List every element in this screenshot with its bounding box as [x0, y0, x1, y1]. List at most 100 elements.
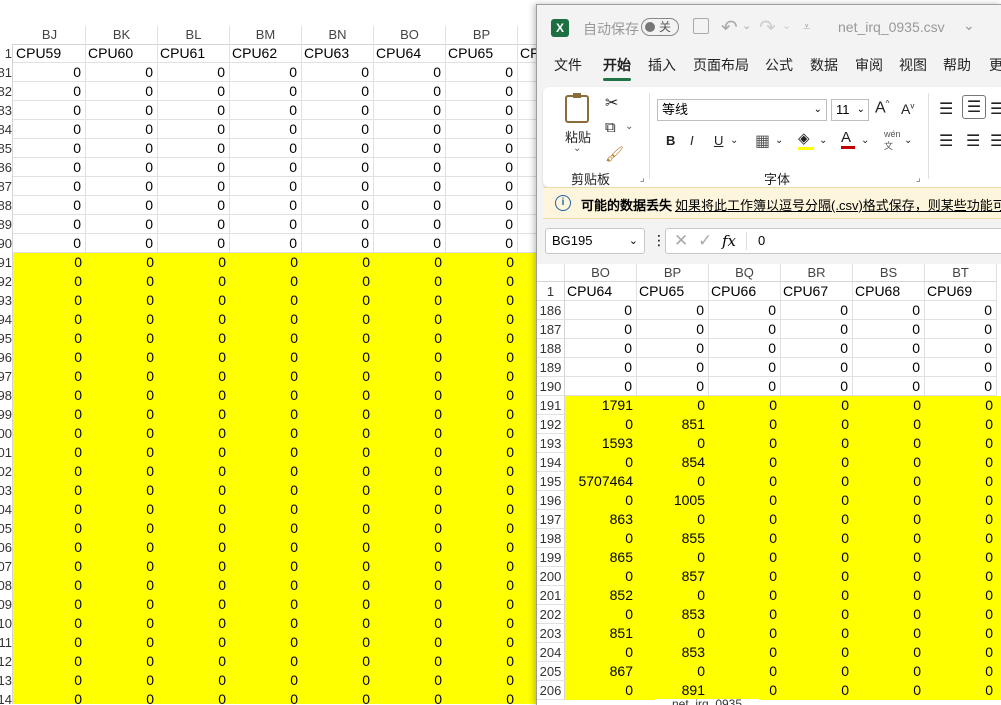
bg-cell[interactable]: 0 [230, 234, 302, 253]
bg-cell[interactable]: 0 [14, 120, 86, 139]
bg-row-number[interactable]: 99 [0, 405, 13, 424]
bg-cell[interactable]: 0 [14, 272, 86, 291]
bg-cell[interactable]: 0 [374, 690, 446, 704]
autosave-toggle[interactable]: 关 [641, 18, 679, 36]
bg-cell[interactable]: 0 [446, 557, 518, 576]
borders-dropdown-icon[interactable]: ⌄ [775, 135, 783, 146]
bg-cell[interactable]: 0 [374, 443, 446, 462]
bg-cell[interactable]: 0 [374, 348, 446, 367]
bg-cell[interactable]: 0 [302, 253, 374, 272]
cell[interactable]: 0 [853, 434, 925, 453]
bg-row-number[interactable]: 07 [0, 557, 13, 576]
bg-cell[interactable]: 0 [158, 158, 230, 177]
cell[interactable]: 0 [853, 377, 925, 396]
column-header[interactable]: BQ [709, 264, 781, 282]
cell[interactable]: 0 [565, 339, 637, 358]
bg-cell[interactable]: 0 [86, 519, 158, 538]
cell[interactable]: 0 [565, 301, 637, 320]
bg-cell[interactable]: 0 [158, 329, 230, 348]
cell[interactable]: 0 [709, 434, 781, 453]
cell[interactable]: 0 [781, 548, 853, 567]
tab-page-layout[interactable]: 页面布局 [693, 55, 749, 75]
cell[interactable]: 0 [709, 586, 781, 605]
header-cell[interactable]: CPU65 [637, 282, 709, 301]
cell[interactable]: 0 [781, 472, 853, 491]
bg-cell[interactable]: 0 [230, 120, 302, 139]
bg-cell[interactable]: 0 [374, 652, 446, 671]
bg-cell[interactable]: 0 [14, 310, 86, 329]
cell[interactable]: 0 [781, 567, 853, 586]
save-icon[interactable] [693, 18, 709, 34]
bg-cell[interactable]: 0 [374, 500, 446, 519]
bg-cell[interactable]: 0 [230, 310, 302, 329]
cell[interactable]: 0 [709, 529, 781, 548]
align-left-icon[interactable]: ☰ [939, 131, 953, 151]
bg-cell[interactable]: 0 [158, 538, 230, 557]
tab-view[interactable]: 视图 [899, 55, 927, 75]
bg-cell[interactable]: 0 [302, 63, 374, 82]
cell[interactable]: 0 [565, 643, 637, 662]
decrease-font-size-icon[interactable]: Av [901, 101, 914, 117]
bg-cell[interactable]: 0 [230, 82, 302, 101]
bg-cell[interactable]: 0 [158, 215, 230, 234]
bg-cell[interactable]: 0 [158, 595, 230, 614]
bg-cell[interactable]: 0 [14, 481, 86, 500]
bg-row-number[interactable]: 98 [0, 386, 13, 405]
row-number[interactable]: 189 [537, 358, 565, 377]
bg-cell[interactable]: 0 [86, 386, 158, 405]
bg-cell[interactable]: 0 [230, 196, 302, 215]
bg-cell[interactable]: 0 [86, 177, 158, 196]
bg-cell[interactable]: 0 [14, 462, 86, 481]
bg-cell[interactable]: 0 [230, 215, 302, 234]
cell[interactable]: 0 [637, 662, 709, 681]
enter-icon[interactable]: ✓ [698, 231, 712, 251]
cell[interactable]: 0 [709, 396, 781, 415]
bg-cell[interactable]: 0 [14, 215, 86, 234]
cell[interactable]: 0 [637, 472, 709, 491]
bg-cell[interactable]: 0 [302, 291, 374, 310]
bg-cell[interactable]: 0 [230, 690, 302, 704]
bg-cell[interactable]: 0 [302, 671, 374, 690]
cell[interactable]: 0 [781, 358, 853, 377]
document-title[interactable]: net_irq_0935.csv [838, 19, 945, 35]
cell[interactable]: 0 [637, 377, 709, 396]
align-top-icon[interactable]: ☰ [939, 99, 953, 119]
bg-cell[interactable]: 0 [302, 177, 374, 196]
cell[interactable]: 0 [709, 377, 781, 396]
bg-cell[interactable]: 0 [14, 139, 86, 158]
cell[interactable]: 0 [637, 510, 709, 529]
cell[interactable]: 0 [853, 643, 925, 662]
row-number[interactable]: 200 [537, 567, 565, 586]
bg-cell[interactable]: 0 [158, 481, 230, 500]
bg-cell[interactable]: 0 [374, 63, 446, 82]
cell[interactable]: 0 [781, 491, 853, 510]
header-cell[interactable]: CPU69 [925, 282, 997, 301]
title-chevron-icon[interactable]: ⌄ [963, 17, 975, 34]
paste-icon[interactable] [565, 93, 589, 123]
cell[interactable]: 0 [925, 358, 997, 377]
bg-cell[interactable]: 0 [158, 139, 230, 158]
cell[interactable]: 0 [781, 396, 853, 415]
bg-cell[interactable]: 0 [158, 614, 230, 633]
bg-cell[interactable]: 0 [86, 443, 158, 462]
bg-cell[interactable]: 0 [446, 272, 518, 291]
cell[interactable]: 0 [925, 491, 997, 510]
bg-cell[interactable]: 0 [230, 633, 302, 652]
cell[interactable]: 0 [853, 491, 925, 510]
bg-row-number[interactable]: 09 [0, 595, 13, 614]
bg-cell[interactable]: 0 [446, 82, 518, 101]
cell[interactable]: 0 [709, 624, 781, 643]
bg-cell[interactable]: 0 [14, 500, 86, 519]
bg-cell[interactable]: 0 [230, 481, 302, 500]
bg-cell[interactable]: 0 [446, 234, 518, 253]
bg-cell[interactable]: 0 [446, 291, 518, 310]
bg-cell[interactable]: 0 [230, 538, 302, 557]
bg-cell[interactable]: 0 [14, 158, 86, 177]
cut-icon[interactable]: ✂ [605, 93, 618, 113]
cell[interactable]: 0 [637, 339, 709, 358]
bg-cell[interactable]: 0 [14, 614, 86, 633]
cell[interactable]: 1005 [637, 491, 709, 510]
bg-cell[interactable]: 0 [446, 329, 518, 348]
bg-cell[interactable]: 0 [302, 120, 374, 139]
bg-cell[interactable]: 0 [302, 652, 374, 671]
